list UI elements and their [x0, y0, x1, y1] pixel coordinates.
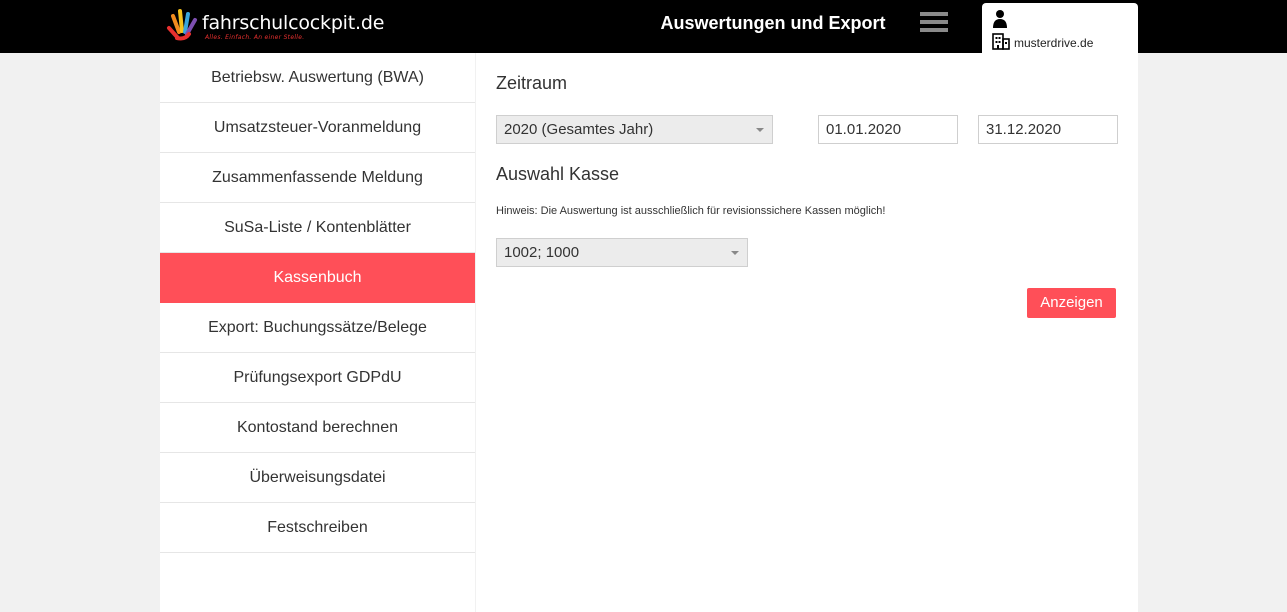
- period-title: Zeitraum: [496, 73, 568, 93]
- sidebar-item-kassenbuch[interactable]: Kassenbuch: [160, 253, 475, 303]
- cash-title: Auswahl Kasse: [496, 164, 620, 184]
- sidebar-item-pruefungsexport[interactable]: Prüfungsexport GDPdU: [160, 353, 475, 403]
- user-domain: musterdrive.de: [1014, 36, 1094, 50]
- logo-slogan: Alles. Einfach. An einer Stelle.: [205, 34, 305, 41]
- date-from-input[interactable]: 01.01.2020: [818, 115, 958, 144]
- cash-select[interactable]: 1002; 1000: [496, 238, 748, 267]
- sidebar-item-ueberweisungsdatei[interactable]: Überweisungsdatei: [160, 453, 475, 503]
- hand-logo-icon: [167, 9, 197, 41]
- sidebar-item-bwa[interactable]: Betriebsw. Auswertung (BWA): [160, 53, 475, 103]
- building-icon: [992, 33, 1010, 50]
- show-button[interactable]: Anzeigen: [1027, 288, 1116, 318]
- sidebar-item-export-buchungssaetze[interactable]: Export: Buchungssätze/Belege: [160, 303, 475, 353]
- hamburger-menu-icon[interactable]: [920, 12, 948, 36]
- sidebar-item-zusammenfassende-meldung[interactable]: Zusammenfassende Meldung: [160, 153, 475, 203]
- user-icon: [993, 10, 1007, 28]
- sidebar-item-festschreiben[interactable]: Festschreiben: [160, 503, 475, 553]
- cash-select-value: 1002; 1000: [504, 244, 580, 261]
- hint-text: Hinweis: Die Auswertung ist ausschließli…: [496, 205, 886, 217]
- chevron-down-icon: [756, 128, 764, 132]
- logo[interactable]: fahrschulcockpit.de Alles. Einfach. An e…: [165, 8, 384, 44]
- main-panel: Zeitraum 2020 (Gesamtes Jahr) 01.01.2020…: [476, 53, 1138, 612]
- page-title: Auswertungen und Export: [660, 13, 886, 33]
- sidebar-item-kontostand[interactable]: Kontostand berechnen: [160, 403, 475, 453]
- chevron-down-icon: [731, 251, 739, 255]
- sidebar-item-umsatzsteuer[interactable]: Umsatzsteuer-Voranmeldung: [160, 103, 475, 153]
- logo-text: fahrschulcockpit.de: [202, 12, 385, 34]
- user-panel[interactable]: musterdrive.de: [982, 3, 1138, 53]
- period-select[interactable]: 2020 (Gesamtes Jahr): [496, 115, 773, 144]
- sidebar-item-susa-liste[interactable]: SuSa-Liste / Kontenblätter: [160, 203, 475, 253]
- period-select-value: 2020 (Gesamtes Jahr): [504, 121, 654, 138]
- sidebar: Betriebsw. Auswertung (BWA) Umsatzsteuer…: [160, 53, 475, 612]
- top-bar: fahrschulcockpit.de Alles. Einfach. An e…: [0, 0, 1287, 53]
- date-to-input[interactable]: 31.12.2020: [978, 115, 1118, 144]
